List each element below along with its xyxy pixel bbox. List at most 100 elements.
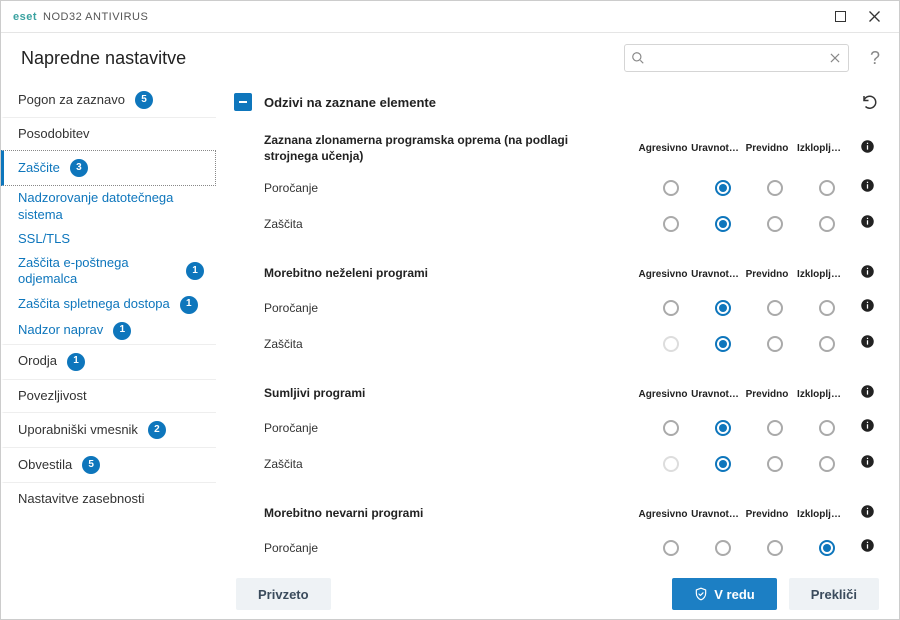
sidebar-item-update[interactable]: Posodobitev bbox=[1, 117, 216, 150]
sidebar-item-label: Pogon za zaznavo bbox=[18, 92, 125, 108]
sidebar-item-privacy[interactable]: Nastavitve zasebnosti bbox=[1, 482, 216, 515]
group-title: Morebitno neželeni programi bbox=[264, 266, 629, 282]
radio-option[interactable] bbox=[663, 540, 679, 556]
row-info-button[interactable] bbox=[853, 454, 881, 474]
body: Pogon za zaznavo 5 PosodobitevZaščite3 Nadz… bbox=[1, 77, 899, 619]
header: Napredne nastavitve ? bbox=[1, 33, 899, 77]
clear-search-icon[interactable] bbox=[828, 51, 842, 65]
content-scroll[interactable]: Odzivi na zaznane elemente Zaznana zlona… bbox=[216, 77, 899, 569]
column-header: Uravnot… bbox=[689, 389, 741, 400]
radio-option[interactable] bbox=[715, 456, 731, 472]
sidebar-item-label: Nadzorovanje datotečnega sistema bbox=[18, 190, 204, 223]
group-info-button[interactable] bbox=[853, 264, 881, 284]
row-info-button[interactable] bbox=[853, 178, 881, 198]
window-close-button[interactable] bbox=[857, 5, 891, 29]
search-input[interactable] bbox=[649, 50, 828, 66]
brand-product: NOD32 ANTIVIRUS bbox=[43, 11, 148, 23]
sidebar-item-dev[interactable]: Nadzor naprav1 bbox=[1, 318, 216, 344]
row-label: Poročanje bbox=[264, 181, 645, 195]
column-header: Agresivno bbox=[637, 509, 689, 520]
info-icon bbox=[860, 418, 875, 433]
radio-option[interactable] bbox=[819, 420, 835, 436]
default-button[interactable]: Privzeto bbox=[236, 578, 331, 610]
info-icon bbox=[860, 334, 875, 349]
row-label: Poročanje bbox=[264, 421, 645, 435]
sidebar-item-badge: 5 bbox=[135, 91, 153, 109]
radio-option[interactable] bbox=[767, 300, 783, 316]
sidebar-item-tools[interactable]: Orodja1 bbox=[1, 344, 216, 379]
column-headers: AgresivnoUravnot…PrevidnoIzkloplj… bbox=[637, 389, 845, 400]
undo-button[interactable] bbox=[859, 91, 881, 113]
window-maximize-button[interactable] bbox=[823, 5, 857, 29]
sidebar-item-ssltls[interactable]: SSL/TLS bbox=[1, 227, 216, 251]
radio-option[interactable] bbox=[767, 456, 783, 472]
sidebar-item-web[interactable]: Zaščita spletnega dostopa1 bbox=[1, 292, 216, 318]
radio-option[interactable] bbox=[715, 216, 731, 232]
row-info-button[interactable] bbox=[853, 298, 881, 318]
footer: Privzeto V redu Prekliči bbox=[216, 569, 899, 619]
radio-option[interactable] bbox=[819, 336, 835, 352]
radio-group bbox=[645, 180, 853, 196]
search-box[interactable] bbox=[624, 44, 849, 72]
collapse-toggle[interactable] bbox=[234, 93, 252, 111]
sidebar-item-notif[interactable]: Obvestila5 bbox=[1, 447, 216, 482]
radio-group bbox=[645, 420, 853, 436]
info-icon bbox=[860, 384, 875, 399]
radio-option[interactable] bbox=[663, 180, 679, 196]
row-info-button[interactable] bbox=[853, 418, 881, 438]
radio-option[interactable] bbox=[767, 216, 783, 232]
row-info-button[interactable] bbox=[853, 334, 881, 354]
info-icon bbox=[860, 264, 875, 279]
group-info-button[interactable] bbox=[853, 504, 881, 524]
radio-group bbox=[645, 300, 853, 316]
column-header: Previdno bbox=[741, 509, 793, 520]
radio-option[interactable] bbox=[767, 336, 783, 352]
radio-option[interactable] bbox=[663, 420, 679, 436]
radio-option[interactable] bbox=[767, 180, 783, 196]
radio-option[interactable] bbox=[819, 456, 835, 472]
radio-option[interactable] bbox=[715, 300, 731, 316]
radio-option[interactable] bbox=[663, 216, 679, 232]
radio-option[interactable] bbox=[819, 180, 835, 196]
sidebar-item-fsmon[interactable]: Nadzorovanje datotečnega sistema bbox=[1, 186, 216, 227]
radio-option[interactable] bbox=[715, 180, 731, 196]
group-title: Morebitno nevarni programi bbox=[264, 506, 629, 522]
sidebar-item-engine[interactable]: Pogon za zaznavo 5 bbox=[1, 83, 216, 117]
info-icon bbox=[860, 538, 875, 553]
help-button[interactable]: ? bbox=[865, 48, 885, 68]
minus-icon bbox=[237, 96, 249, 108]
cancel-button[interactable]: Prekliči bbox=[789, 578, 879, 610]
row-label: Poročanje bbox=[264, 301, 645, 315]
app-window: eset NOD32 ANTIVIRUS Napredne nastavitve… bbox=[0, 0, 900, 620]
sidebar-item-conn[interactable]: Povezljivost bbox=[1, 379, 216, 412]
radio-option[interactable] bbox=[715, 336, 731, 352]
radio-option[interactable] bbox=[767, 540, 783, 556]
radio-option[interactable] bbox=[819, 300, 835, 316]
page-title: Napredne nastavitve bbox=[21, 48, 186, 69]
sidebar-item-badge: 1 bbox=[67, 353, 85, 371]
radio-option[interactable] bbox=[819, 540, 835, 556]
column-header: Izkloplj… bbox=[793, 269, 845, 280]
sidebar-item-ui[interactable]: Uporabniški vmesnik2 bbox=[1, 412, 216, 447]
radio-option[interactable] bbox=[767, 420, 783, 436]
section-header: Odzivi na zaznane elemente bbox=[216, 81, 881, 123]
sidebar-item-protections[interactable]: Zaščite3 bbox=[1, 150, 216, 186]
ok-button[interactable]: V redu bbox=[672, 578, 776, 610]
group-info-button[interactable] bbox=[853, 384, 881, 404]
ok-button-label: V redu bbox=[714, 587, 754, 602]
radio-option[interactable] bbox=[663, 300, 679, 316]
radio-option[interactable] bbox=[715, 420, 731, 436]
group-info-button[interactable] bbox=[853, 139, 881, 159]
column-header: Agresivno bbox=[637, 269, 689, 280]
sidebar-item-label: Zaščite bbox=[18, 160, 60, 176]
row-info-button[interactable] bbox=[853, 538, 881, 558]
settings-row: Poročanje bbox=[264, 170, 881, 206]
radio-option[interactable] bbox=[715, 540, 731, 556]
row-info-button[interactable] bbox=[853, 214, 881, 234]
sidebar-item-email[interactable]: Zaščita e-poštnega odjemalca1 bbox=[1, 251, 216, 292]
brand: eset NOD32 ANTIVIRUS bbox=[13, 11, 148, 23]
info-icon bbox=[860, 504, 875, 519]
radio-option[interactable] bbox=[819, 216, 835, 232]
sidebar-item-badge: 1 bbox=[113, 322, 131, 340]
info-icon bbox=[860, 178, 875, 193]
